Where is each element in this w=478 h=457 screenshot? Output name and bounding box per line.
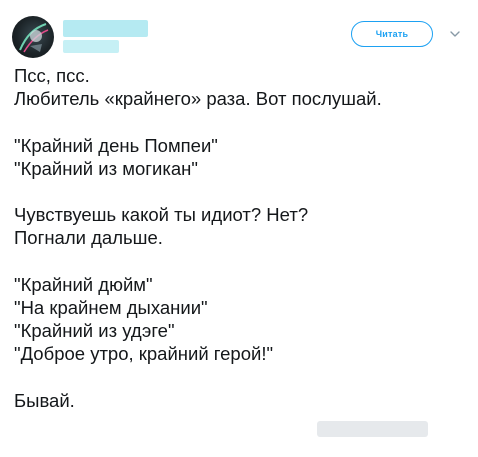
author-info[interactable] [63,20,148,54]
tweet-text: Псс, псс. Любитель «крайнего» раза. Вот … [14,64,469,412]
tweet-line: Чувствуешь какой ты идиот? Нет? [14,204,309,226]
tweet-line: Любитель «крайнего» раза. Вот послушай. [14,88,382,110]
redacted-footer [317,421,428,437]
follow-button[interactable]: Читать [351,21,433,47]
profile-avatar-icon [19,23,49,53]
tweet-line: Псс, псс. [14,65,90,86]
tweet-line: "Крайний из удэге" [14,320,175,342]
tweet-card: Читать Псс, псс. Любитель «крайнего» раз… [0,0,478,457]
avatar[interactable] [12,16,54,58]
chevron-down-icon[interactable] [449,28,461,40]
tweet-line: "Крайний день Помпеи" [14,134,218,156]
tweet-line: "Доброе утро, крайний герой!" [14,343,274,365]
tweet-line: "На крайнем дыхании" [14,296,208,318]
tweet-line: "Крайний дюйм" [14,273,153,295]
tweet-line: Погнали дальше. [14,227,163,249]
author-handle[interactable] [63,40,119,53]
author-name[interactable] [63,20,148,37]
tweet-line: Бывай. [14,389,75,411]
tweet-line: "Крайний из могикан" [14,157,198,179]
